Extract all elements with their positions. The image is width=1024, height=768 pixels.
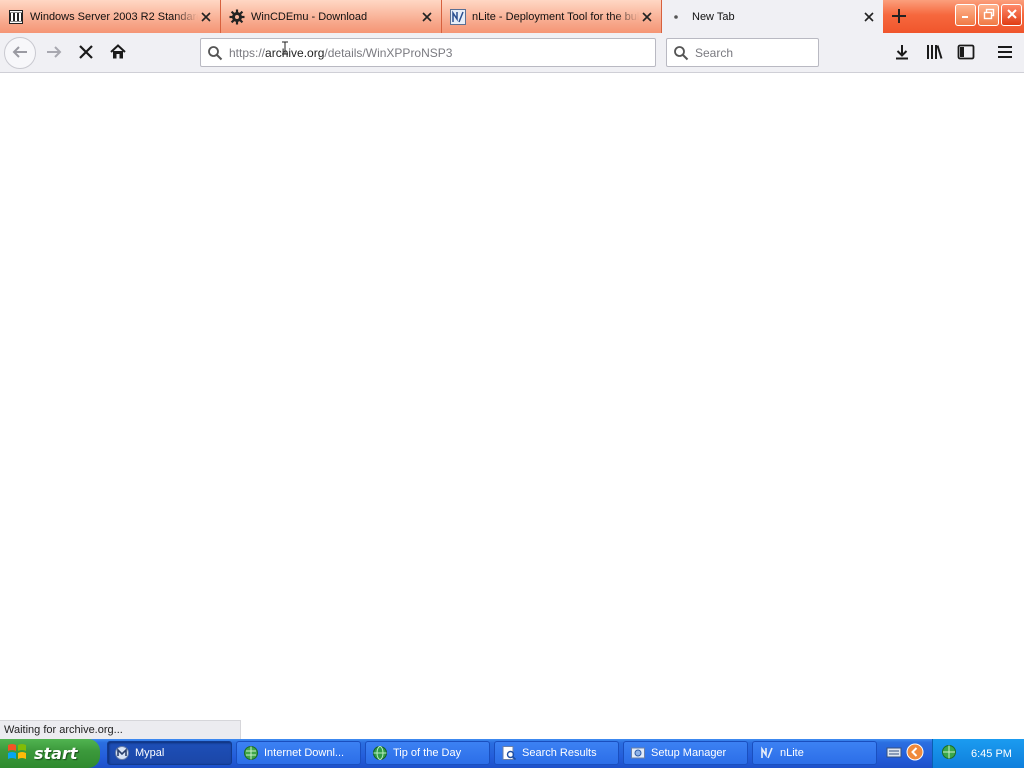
back-arrow-icon (11, 43, 29, 64)
library-icon (925, 43, 943, 64)
search-input[interactable] (695, 45, 805, 60)
page-content (0, 73, 1024, 741)
taskbar-item-label: Search Results (522, 747, 597, 759)
start-button[interactable]: start (0, 739, 100, 768)
search-results-icon (501, 745, 517, 761)
tab-close-icon[interactable] (639, 9, 655, 25)
start-label: start (34, 744, 78, 763)
globe-download-icon (243, 745, 259, 761)
new-tab-button[interactable] (886, 4, 912, 30)
open-menu-button[interactable] (993, 41, 1017, 65)
url-host: archive.org (265, 45, 325, 60)
taskbar-item-mypal[interactable]: Mypal (107, 741, 232, 765)
tab-new-tab[interactable]: New Tab (662, 0, 883, 33)
tab-strip: Windows Server 2003 R2 Standard WinCDEmu… (0, 0, 1024, 33)
tab-title: Windows Server 2003 R2 Standard (30, 10, 198, 23)
restore-button[interactable] (978, 4, 999, 26)
taskbar-item-label: nLite (780, 747, 804, 759)
tab-close-icon[interactable] (198, 9, 214, 25)
taskbar-item-nlite[interactable]: nLite (752, 741, 877, 765)
status-text: Waiting for archive.org... (0, 720, 241, 739)
tab-title: nLite - Deployment Tool for the bulk (472, 10, 639, 23)
quick-launch-area (880, 739, 932, 768)
download-icon (893, 43, 911, 64)
network-icon[interactable] (941, 744, 957, 763)
stop-icon (78, 44, 94, 63)
taskbar-item-setup-manager[interactable]: Setup Manager (623, 741, 748, 765)
show-hidden-icons-icon[interactable] (906, 743, 924, 764)
restore-icon (983, 8, 995, 23)
forward-button[interactable] (40, 39, 68, 67)
loading-dot-icon (670, 9, 686, 25)
minimize-button[interactable] (955, 4, 976, 26)
mypal-icon (114, 745, 130, 761)
search-icon (201, 45, 229, 61)
url-path: /details/WinXPProNSP3 (324, 45, 453, 60)
system-tray: 6:45 PM (932, 739, 1024, 768)
tab-windows-server[interactable]: Windows Server 2003 R2 Standard (0, 0, 221, 33)
plus-icon (891, 8, 907, 27)
windows-logo-icon (6, 741, 28, 766)
search-bar[interactable] (666, 38, 819, 67)
system-clock[interactable]: 6:45 PM (971, 748, 1012, 760)
forward-arrow-icon (45, 43, 63, 64)
close-icon (1006, 8, 1018, 23)
search-icon (667, 45, 695, 61)
navigation-bar: https://archive.org/details/WinXPProNSP3 (0, 33, 1024, 73)
tab-title: WinCDEmu - Download (251, 10, 368, 23)
archive-building-icon (8, 9, 24, 25)
url-protocol: https:// (229, 45, 266, 60)
hamburger-menu-icon (997, 44, 1013, 63)
tab-wincdemu[interactable]: WinCDEmu - Download (221, 0, 442, 33)
globe-icon (372, 745, 388, 761)
taskbar: start Mypal Internet Downl... Tip of the… (0, 739, 1024, 768)
minimize-icon (961, 9, 971, 22)
home-icon (109, 43, 127, 64)
taskbar-item-internet-download[interactable]: Internet Downl... (236, 741, 361, 765)
taskbar-item-tip-of-the-day[interactable]: Tip of the Day (365, 741, 490, 765)
url-bar[interactable]: https://archive.org/details/WinXPProNSP3 (200, 38, 656, 67)
taskbar-item-label: Mypal (135, 747, 165, 759)
nlite-icon (450, 8, 466, 25)
back-button[interactable] (4, 37, 36, 69)
taskbar-item-label: Internet Downl... (264, 747, 345, 759)
nlite-icon (759, 745, 775, 761)
url-text[interactable]: https://archive.org/details/WinXPProNSP3 (229, 46, 452, 60)
sidebar-icon (957, 43, 975, 64)
taskbar-item-search-results[interactable]: Search Results (494, 741, 619, 765)
tab-nlite[interactable]: nLite - Deployment Tool for the bulk (442, 0, 662, 33)
gear-icon (229, 9, 245, 25)
setup-manager-icon (630, 745, 646, 761)
taskbar-item-label: Tip of the Day (393, 747, 462, 759)
library-button[interactable] (922, 41, 946, 65)
tab-title: New Tab (692, 10, 735, 23)
window-close-button[interactable] (1001, 4, 1022, 26)
tab-close-icon[interactable] (419, 9, 435, 25)
stop-loading-button[interactable] (72, 39, 100, 67)
home-button[interactable] (104, 39, 132, 67)
downloads-button[interactable] (890, 41, 914, 65)
keyboard-icon[interactable] (886, 744, 902, 763)
taskbar-item-label: Setup Manager (651, 747, 727, 759)
sidebar-button[interactable] (954, 41, 978, 65)
tab-close-icon[interactable] (861, 9, 877, 25)
text-cursor-icon (281, 41, 289, 58)
